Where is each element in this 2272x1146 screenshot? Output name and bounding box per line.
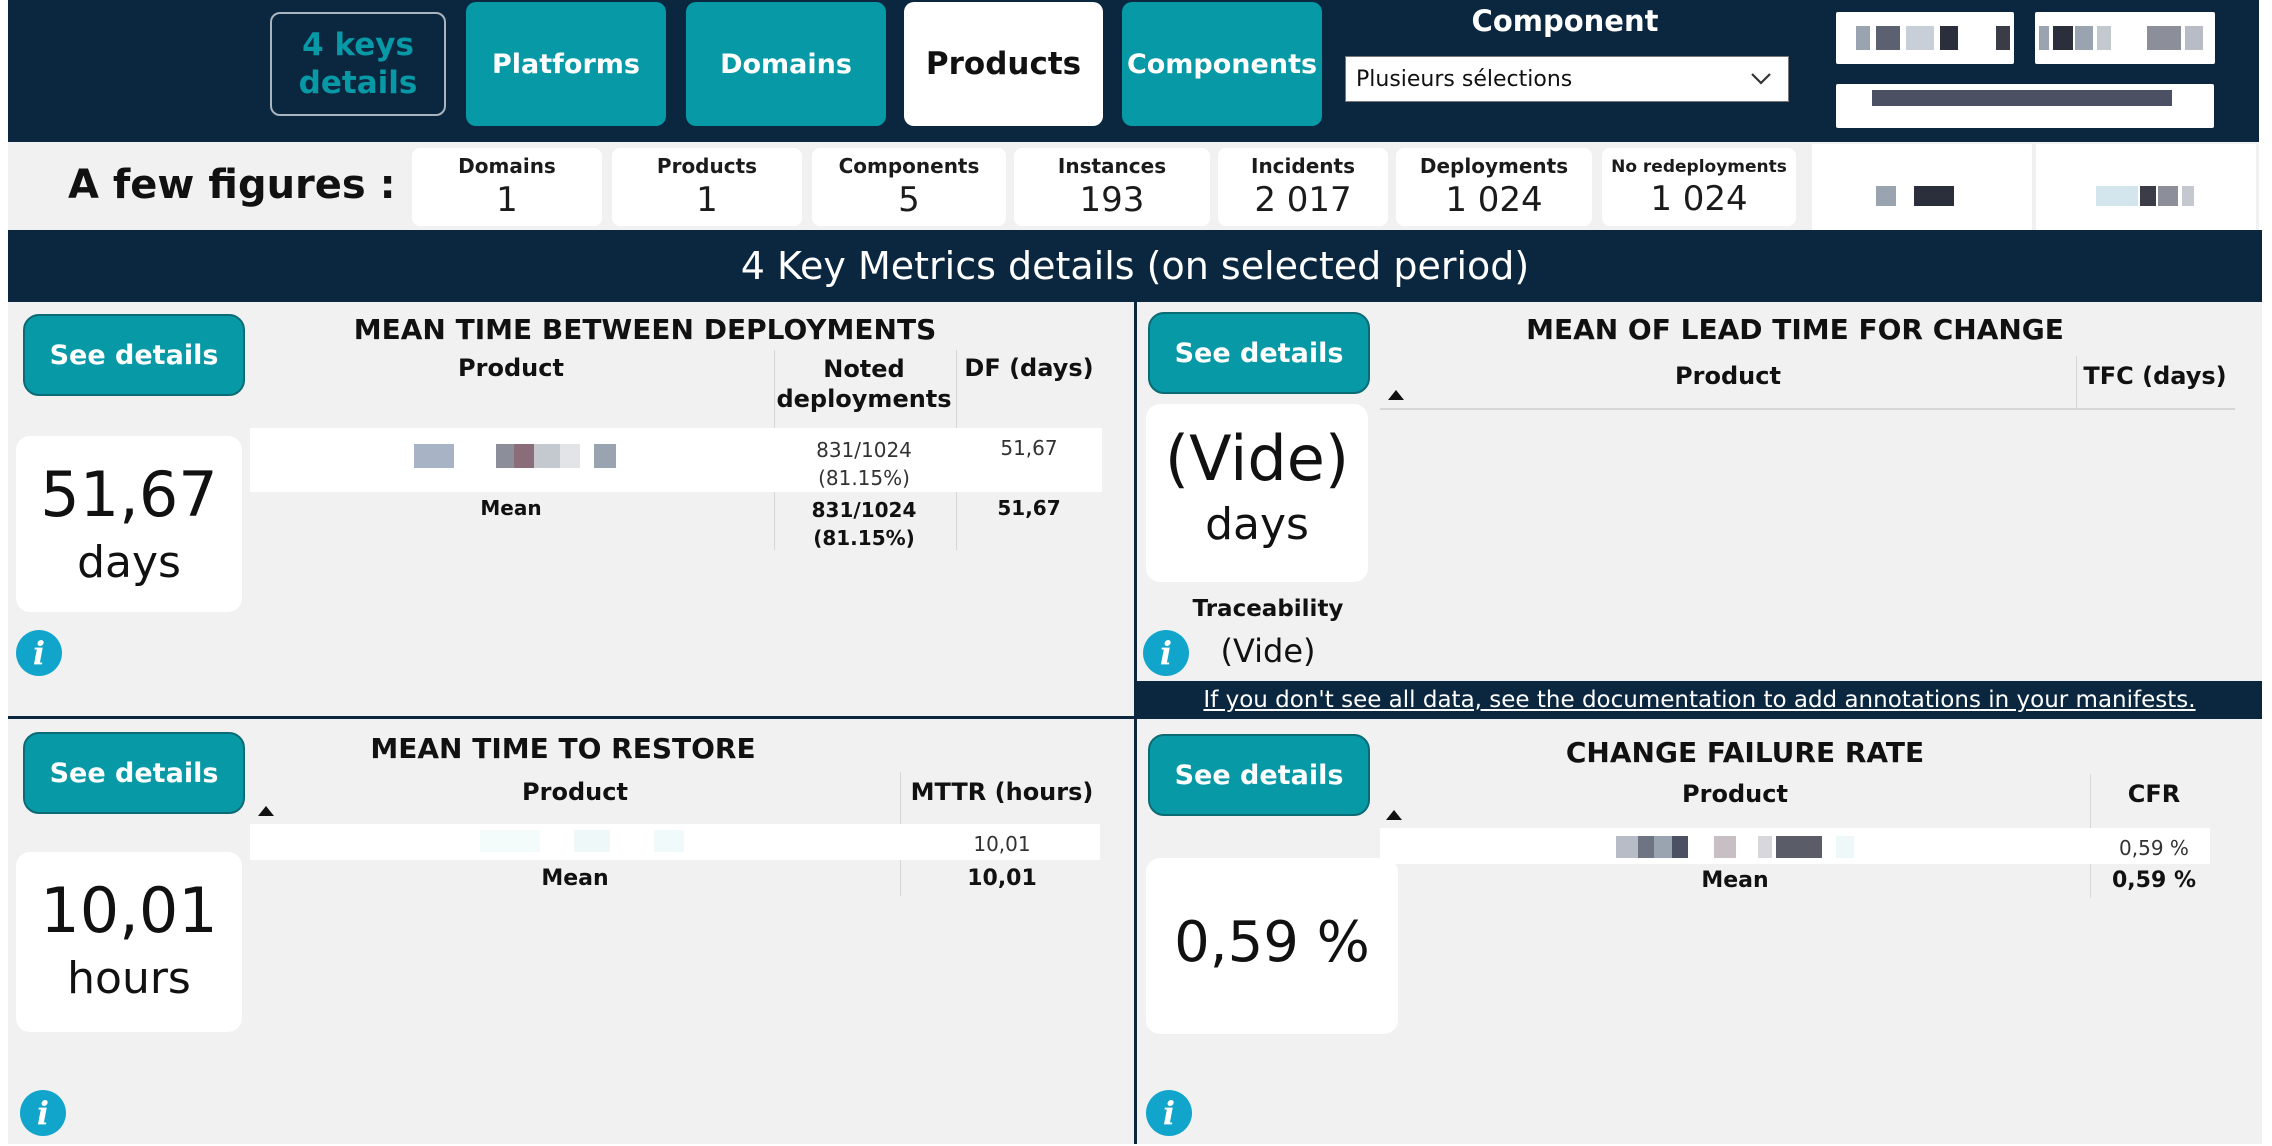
mtbd-col-noted: Noted deployments bbox=[776, 355, 952, 413]
ltfc-info-icon[interactable]: i bbox=[1143, 630, 1189, 676]
figure-label: Components bbox=[838, 154, 980, 178]
nav-domains-button[interactable]: Domains bbox=[686, 2, 886, 126]
mttr-col-product: Product bbox=[522, 778, 628, 806]
mtbd-info-icon[interactable]: i bbox=[16, 630, 62, 676]
section-banner: 4 Key Metrics details (on selected perio… bbox=[8, 230, 2262, 302]
mtbd-row-noted: 831/1024 (81.15%) bbox=[776, 436, 952, 492]
mtbd-col-product: Product bbox=[458, 354, 564, 382]
mtbd-kpi-card: 51,67 days bbox=[16, 436, 242, 612]
nav-products-button[interactable]: Products bbox=[904, 2, 1103, 126]
redacted-logo bbox=[1836, 12, 2014, 64]
redacted-product-name bbox=[1610, 836, 1860, 858]
figure-card-deployments: Deployments 1 024 bbox=[1396, 148, 1592, 226]
component-filter-label: Component bbox=[1471, 4, 1659, 38]
vertical-divider bbox=[1134, 302, 1137, 1144]
header-underline bbox=[1380, 408, 2235, 410]
mttr-kpi-value: 10,01 bbox=[40, 874, 218, 947]
cfr-col-product: Product bbox=[1682, 780, 1788, 808]
figure-value: 1 024 bbox=[1650, 179, 1748, 219]
column-separator bbox=[2076, 356, 2077, 410]
mtbd-kpi-value: 51,67 bbox=[40, 458, 218, 531]
figure-value: 193 bbox=[1079, 180, 1145, 220]
cfr-kpi-value: 0,59 % bbox=[1174, 910, 1370, 975]
mttr-kpi-unit: hours bbox=[67, 953, 191, 1004]
redacted-logo bbox=[2035, 12, 2215, 64]
figure-value: 1 024 bbox=[1445, 180, 1543, 220]
mtbd-row-df: 51,67 bbox=[1000, 436, 1058, 460]
cfr-col-cfr: CFR bbox=[2127, 780, 2181, 808]
mttr-title: MEAN TIME TO RESTORE bbox=[370, 732, 756, 765]
figure-card-instances: Instances 193 bbox=[1014, 148, 1210, 226]
figure-card-components: Components 5 bbox=[812, 148, 1006, 226]
mttr-col-mttr: MTTR (hours) bbox=[910, 778, 1094, 806]
cfr-info-icon[interactable]: i bbox=[1146, 1090, 1192, 1136]
figure-value: 1 bbox=[696, 180, 718, 220]
cfr-mean-label: Mean bbox=[1701, 868, 1769, 893]
figure-card-no-redeployments: No redeployments 1 024 bbox=[1602, 148, 1796, 226]
figure-card-domains: Domains 1 bbox=[412, 148, 602, 226]
ltfc-see-details-button[interactable]: See details bbox=[1148, 312, 1370, 394]
mttr-info-icon[interactable]: i bbox=[20, 1090, 66, 1136]
redacted-product-name bbox=[410, 444, 620, 468]
ltfc-traceability-label: Traceability bbox=[1192, 596, 1344, 622]
sort-ascending-icon[interactable] bbox=[1388, 390, 1404, 400]
mtbd-row-noted-pct: (81.15%) bbox=[818, 466, 910, 490]
mtbd-row-noted-count: 831/1024 bbox=[816, 438, 912, 462]
ltfc-kpi-unit: days bbox=[1205, 499, 1309, 550]
cfr-row-value: 0,59 % bbox=[2119, 836, 2189, 860]
mtbd-mean-noted-count: 831/1024 bbox=[811, 498, 917, 522]
sort-ascending-icon[interactable] bbox=[258, 806, 274, 816]
redacted-figure bbox=[2036, 144, 2256, 230]
figure-card-incidents: Incidents 2 017 bbox=[1218, 148, 1388, 226]
mttr-kpi-card: 10,01 hours bbox=[16, 852, 242, 1032]
mttr-mean-label: Mean bbox=[541, 866, 609, 891]
cfr-kpi-card: 0,59 % bbox=[1146, 858, 1398, 1034]
figure-value: 1 bbox=[496, 180, 518, 220]
nav-components-button[interactable]: Components bbox=[1122, 2, 1322, 126]
mttr-mean-value: 10,01 bbox=[967, 866, 1037, 891]
mtbd-kpi-unit: days bbox=[77, 537, 181, 588]
redacted-product-name bbox=[470, 830, 700, 852]
mtbd-col-df: DF (days) bbox=[964, 354, 1094, 382]
ltfc-col-tfc: TFC (days) bbox=[2083, 362, 2227, 390]
figure-label: Products bbox=[656, 154, 758, 178]
cfr-title: CHANGE FAILURE RATE bbox=[1565, 736, 1925, 769]
mtbd-mean-df: 51,67 bbox=[997, 496, 1061, 520]
figure-label: Incidents bbox=[1251, 154, 1355, 178]
mtbd-mean-label: Mean bbox=[480, 496, 542, 520]
sort-ascending-icon[interactable] bbox=[1386, 810, 1402, 820]
chevron-down-icon bbox=[1751, 73, 1771, 85]
figure-label: Deployments bbox=[1419, 154, 1569, 178]
redacted-text bbox=[1836, 84, 2214, 128]
ltfc-traceability-value: (Vide) bbox=[1220, 632, 1316, 670]
cfr-mean-value: 0,59 % bbox=[2112, 868, 2196, 893]
figure-value: 2 017 bbox=[1254, 180, 1352, 220]
nav-4-keys-details-button[interactable]: 4 keys details bbox=[270, 12, 446, 116]
component-dropdown[interactable]: Plusieurs sélections bbox=[1345, 56, 1789, 102]
ltfc-kpi-value: (Vide) bbox=[1164, 422, 1350, 495]
redacted-figure bbox=[1812, 144, 2032, 230]
cfr-see-details-button[interactable]: See details bbox=[1148, 734, 1370, 816]
ltfc-kpi-card: (Vide) days bbox=[1146, 404, 1368, 582]
mttr-see-details-button[interactable]: See details bbox=[23, 732, 245, 814]
figure-label: Instances bbox=[1057, 154, 1167, 178]
mtbd-title: MEAN TIME BETWEEN DEPLOYMENTS bbox=[353, 313, 937, 346]
mtbd-mean-noted-pct: (81.15%) bbox=[813, 526, 915, 550]
figures-title: A few figures : bbox=[68, 162, 396, 208]
ltfc-title: MEAN OF LEAD TIME FOR CHANGE bbox=[1526, 313, 2064, 346]
ltfc-col-product: Product bbox=[1675, 362, 1781, 390]
figure-card-products: Products 1 bbox=[612, 148, 802, 226]
figure-label: Domains bbox=[458, 154, 556, 178]
nav-platforms-button[interactable]: Platforms bbox=[466, 2, 666, 126]
mttr-row-value: 10,01 bbox=[973, 832, 1031, 856]
documentation-link[interactable]: If you don't see all data, see the docum… bbox=[1137, 681, 2262, 718]
mtbd-see-details-button[interactable]: See details bbox=[23, 314, 245, 396]
figure-label: No redeployments bbox=[1611, 157, 1787, 177]
figure-value: 5 bbox=[898, 180, 920, 220]
component-dropdown-value: Plusieurs sélections bbox=[1356, 66, 1573, 92]
mtbd-mean-noted: 831/1024 (81.15%) bbox=[776, 496, 952, 552]
